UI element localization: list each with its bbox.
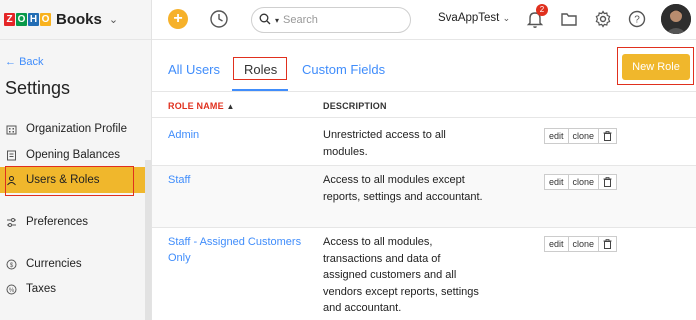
row-actions: edit clone	[544, 128, 618, 144]
building-icon	[5, 123, 17, 135]
org-name: SvaAppTest	[438, 12, 500, 24]
edit-button[interactable]: edit	[544, 236, 569, 252]
organization-switcher[interactable]: SvaAppTest ⌄	[438, 12, 510, 24]
highlight-box	[233, 57, 287, 80]
svg-text:%: %	[8, 288, 14, 294]
svg-text:$: $	[9, 263, 13, 269]
clone-button[interactable]: clone	[568, 128, 600, 144]
svg-text:?: ?	[634, 15, 640, 26]
logo-letter: O	[16, 13, 27, 26]
gear-icon[interactable]	[594, 10, 612, 28]
search-placeholder: Search	[283, 14, 318, 26]
sidebar-item-label: Opening Balances	[26, 149, 120, 161]
row-actions: edit clone	[544, 174, 618, 190]
delete-button[interactable]	[599, 128, 618, 144]
sidebar-item-label: Preferences	[26, 216, 89, 228]
chevron-down-icon: ▾	[275, 15, 280, 25]
sidebar-item-taxes[interactable]: % Taxes	[0, 276, 145, 302]
search-icon	[259, 13, 271, 28]
role-description: Unrestricted access to all modules.	[323, 129, 446, 158]
sidebar-item-label: Organization Profile	[26, 123, 127, 135]
sidebar-item-organization-profile[interactable]: Organization Profile	[0, 116, 145, 142]
sliders-icon	[5, 216, 17, 228]
clone-button[interactable]: clone	[568, 236, 600, 252]
table-row: Admin Unrestricted access to all modules…	[152, 117, 696, 165]
history-icon[interactable]	[209, 9, 229, 29]
sidebar-item-currencies[interactable]: $ Currencies	[0, 251, 145, 277]
folder-icon[interactable]	[560, 10, 578, 28]
clone-button[interactable]: clone	[568, 174, 600, 190]
quick-create-button[interactable]: +	[168, 9, 188, 29]
brand-switcher[interactable]: Z O H O Books ⌄	[0, 0, 151, 40]
notification-badge: 2	[536, 4, 548, 16]
divider	[152, 91, 696, 92]
logo-letter: O	[40, 13, 51, 26]
sidebar-item-preferences[interactable]: Preferences	[0, 209, 145, 235]
trash-icon	[603, 131, 612, 141]
highlight-box	[5, 166, 134, 196]
edit-button[interactable]: edit	[544, 128, 569, 144]
sort-ascending-icon: ▲	[226, 102, 235, 111]
sidebar-item-opening-balances[interactable]: Opening Balances	[0, 142, 145, 168]
logo-letter: H	[28, 13, 39, 26]
sidebar-item-label: Taxes	[26, 283, 57, 295]
delete-button[interactable]	[599, 236, 618, 252]
help-icon[interactable]: ?	[628, 10, 646, 28]
highlight-box	[617, 47, 694, 85]
table-row: Staff - Assigned Customers Only Access t…	[152, 227, 696, 320]
role-name-link[interactable]: Admin	[168, 127, 308, 143]
currency-icon: $	[5, 258, 17, 270]
role-name-link[interactable]: Staff - Assigned Customers Only	[168, 234, 308, 266]
sidebar-item-label: Currencies	[26, 258, 82, 270]
sidebar: Z O H O Books ⌄ ← Back Settings Organiza…	[0, 0, 152, 320]
tab-custom-fields[interactable]: Custom Fields	[302, 62, 385, 77]
page-title: Settings	[5, 78, 71, 98]
top-bar: + ▾ Search SvaAppTest ⌄ 2 ?	[152, 0, 696, 40]
role-description: Access to all modules, transactions and …	[323, 236, 479, 314]
column-header-description: DESCRIPTION	[323, 101, 387, 111]
trash-icon	[603, 177, 612, 187]
zoho-logo: Z O H O	[4, 13, 51, 26]
arrow-left-icon: ←	[5, 56, 16, 68]
trash-icon	[603, 239, 612, 249]
search-input[interactable]: ▾ Search	[251, 7, 411, 33]
header-label: ROLE NAME	[168, 101, 224, 111]
role-description: Access to all modules except reports, se…	[323, 174, 483, 203]
sidebar-scrollbar[interactable]	[145, 160, 151, 320]
row-actions: edit clone	[544, 236, 618, 252]
table-row: Staff Access to all modules except repor…	[152, 165, 696, 227]
tab-all-users[interactable]: All Users	[168, 62, 220, 77]
chevron-down-icon: ⌄	[502, 13, 511, 23]
back-link[interactable]: ← Back	[5, 56, 44, 68]
ledger-icon	[5, 149, 17, 161]
back-label: Back	[19, 56, 44, 68]
percent-icon: %	[5, 283, 17, 295]
app-name: Books	[56, 11, 102, 28]
delete-button[interactable]	[599, 174, 618, 190]
column-header-role-name[interactable]: ROLE NAME ▲	[168, 101, 235, 111]
role-name-link[interactable]: Staff	[168, 172, 308, 188]
edit-button[interactable]: edit	[544, 174, 569, 190]
logo-letter: Z	[4, 13, 15, 26]
avatar[interactable]	[661, 4, 691, 34]
chevron-down-icon: ⌄	[108, 14, 119, 26]
